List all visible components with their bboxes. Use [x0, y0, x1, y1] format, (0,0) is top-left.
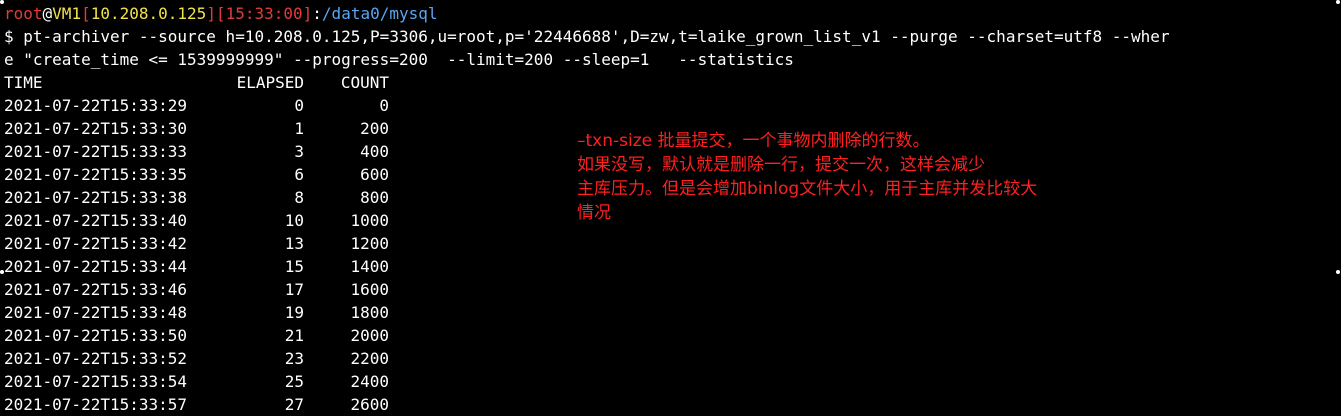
cell-time: 2021-07-22T15:33:35 — [4, 165, 188, 184]
cell-count: 1200 — [350, 234, 389, 253]
cell-elapsed: 3 — [294, 142, 304, 161]
cell-elapsed: 0 — [294, 96, 304, 115]
cell-count: 1800 — [350, 303, 389, 322]
prompt-bracket-open: [ — [81, 4, 91, 23]
cell-count: 600 — [360, 165, 389, 184]
annotation-line: 如果没写，默认就是删除一行，提交一次，这样会减少 — [577, 155, 985, 175]
header-time: TIME — [4, 73, 43, 92]
table-header: TIME ELAPSED COUNT — [4, 71, 1341, 94]
cell-elapsed: 19 — [284, 303, 304, 322]
cell-time: 2021-07-22T15:33:50 — [4, 326, 188, 345]
cell-count: 800 — [360, 188, 389, 207]
cell-count: 200 — [360, 119, 389, 138]
cell-time: 2021-07-22T15:33:44 — [4, 257, 188, 276]
cell-elapsed: 8 — [294, 188, 304, 207]
table-row: 2021-07-22T15:33:42 13 1200 — [4, 232, 1341, 255]
table-row: 2021-07-22T15:33:52 23 2200 — [4, 347, 1341, 370]
cell-elapsed: 25 — [284, 372, 304, 391]
selection-handle[interactable] — [1336, 270, 1340, 274]
cell-time: 2021-07-22T15:33:29 — [4, 96, 188, 115]
prompt-bracket-mid: ][ — [206, 4, 226, 23]
cell-time: 2021-07-22T15:33:57 — [4, 395, 188, 414]
selection-handle[interactable] — [1336, 0, 1340, 4]
cell-count: 2600 — [350, 395, 389, 414]
cell-elapsed: 13 — [284, 234, 304, 253]
prompt-ip: 10.208.0.125 — [90, 4, 207, 23]
cell-time: 2021-07-22T15:33:42 — [4, 234, 188, 253]
cell-count: 2200 — [350, 349, 389, 368]
shell-prompt: root@VM1[10.208.0.125][15:33:00]:/data0/… — [4, 2, 1341, 25]
prompt-time: 15:33:00 — [225, 4, 303, 23]
cell-elapsed: 23 — [284, 349, 304, 368]
cell-count: 2000 — [350, 326, 389, 345]
prompt-host: VM1 — [52, 4, 82, 23]
cell-count: 2400 — [350, 372, 389, 391]
command-line-2: e "create_time <= 1539999999" --progress… — [4, 50, 794, 69]
selection-handle[interactable] — [0, 0, 4, 4]
header-count: COUNT — [340, 73, 389, 92]
prompt-colon: : — [312, 4, 322, 23]
cell-elapsed: 6 — [294, 165, 304, 184]
table-row: 2021-07-22T15:33:54 25 2400 — [4, 370, 1341, 393]
cell-elapsed: 27 — [284, 395, 304, 414]
cell-time: 2021-07-22T15:33:38 — [4, 188, 188, 207]
table-row: 2021-07-22T15:33:57 27 2600 — [4, 393, 1341, 416]
cell-time: 2021-07-22T15:33:54 — [4, 372, 188, 391]
cell-time: 2021-07-22T15:33:30 — [4, 119, 188, 138]
table-row: 2021-07-22T15:33:48 19 1800 — [4, 301, 1341, 324]
cell-elapsed: 17 — [284, 280, 304, 299]
table-row: 2021-07-22T15:33:29 0 0 — [4, 94, 1341, 117]
cell-elapsed: 10 — [284, 211, 304, 230]
table-row: 2021-07-22T15:33:50 21 2000 — [4, 324, 1341, 347]
cell-elapsed: 1 — [294, 119, 304, 138]
annotation-line: 主库压力。但是会增加binlog文件大小，用于主库并发比较大 — [577, 179, 1038, 199]
cell-count: 0 — [379, 96, 389, 115]
table-row: 2021-07-22T15:33:44 15 1400 — [4, 255, 1341, 278]
cell-time: 2021-07-22T15:33:40 — [4, 211, 188, 230]
cell-time: 2021-07-22T15:33:48 — [4, 303, 188, 322]
annotation-line: –txn-size 批量提交，一个事物内删除的行数。 — [577, 131, 930, 151]
cell-count: 400 — [360, 142, 389, 161]
cell-elapsed: 15 — [284, 257, 304, 276]
cell-time: 2021-07-22T15:33:33 — [4, 142, 188, 161]
command-line-1: $ pt-archiver --source h=10.208.0.125,P=… — [4, 27, 1170, 46]
cell-elapsed: 21 — [284, 326, 304, 345]
cell-count: 1000 — [350, 211, 389, 230]
annotation-line: 情况 — [577, 203, 611, 223]
header-elapsed: ELAPSED — [236, 73, 304, 92]
annotation-note: –txn-size 批量提交，一个事物内删除的行数。 如果没写，默认就是删除一行… — [577, 129, 1177, 225]
prompt-path: /data0/mysql — [321, 4, 438, 23]
selection-handle[interactable] — [0, 270, 4, 274]
table-row: 2021-07-22T15:33:46 17 1600 — [4, 278, 1341, 301]
cell-count: 1400 — [350, 257, 389, 276]
prompt-bracket-close: ] — [302, 4, 313, 23]
prompt-user: root — [4, 4, 43, 23]
cell-count: 1600 — [350, 280, 389, 299]
cell-time: 2021-07-22T15:33:46 — [4, 280, 188, 299]
cell-time: 2021-07-22T15:33:52 — [4, 349, 188, 368]
prompt-at: @ — [42, 4, 53, 23]
